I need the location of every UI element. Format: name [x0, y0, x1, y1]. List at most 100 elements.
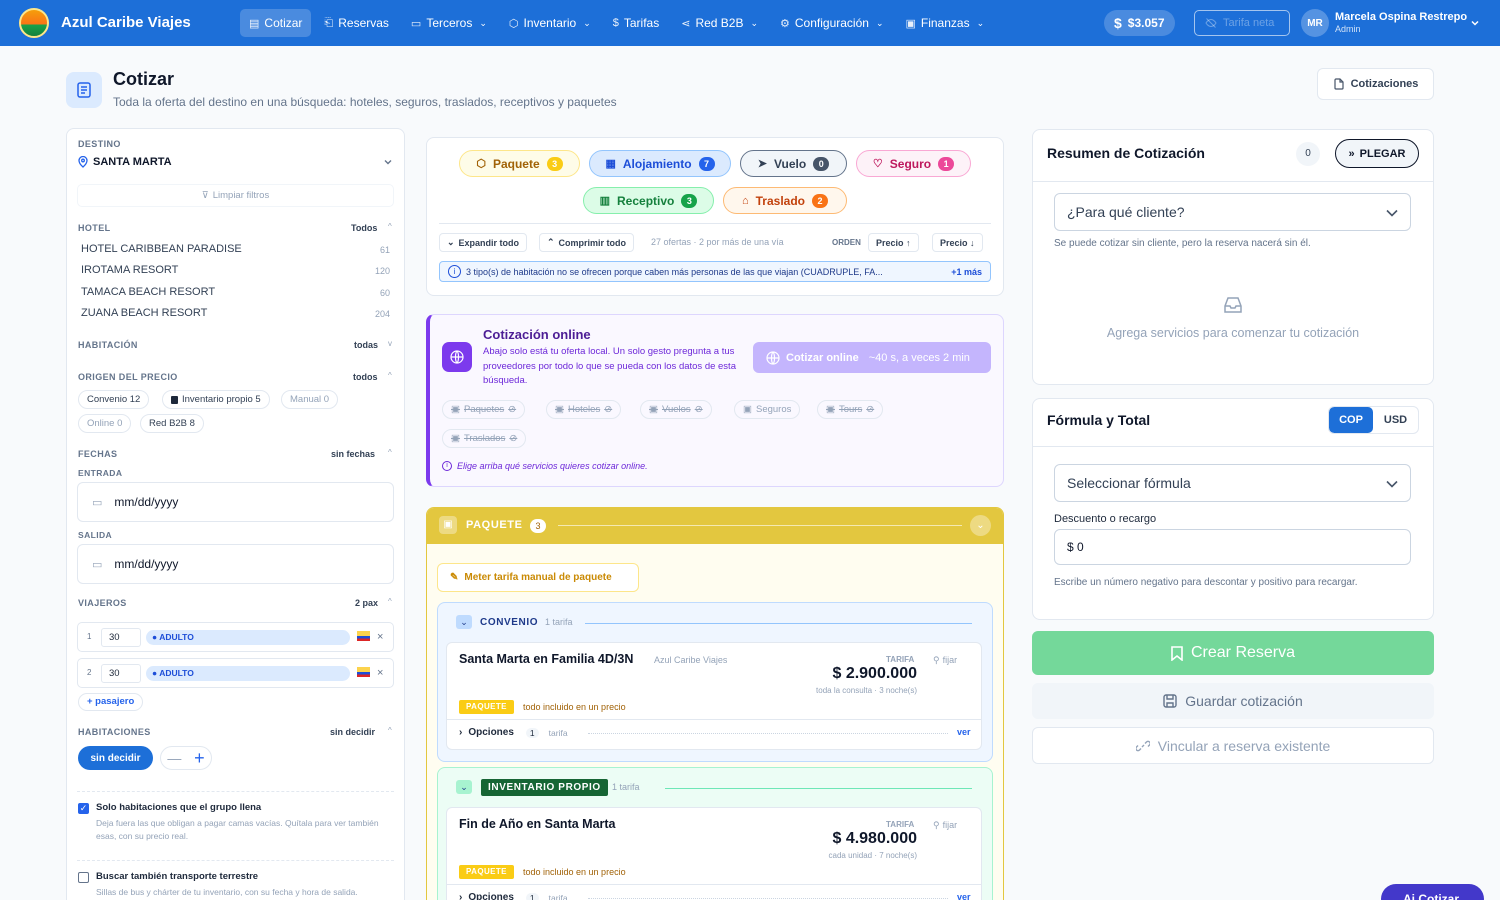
offer-options-toggle[interactable]: › Opciones 1 tarifa: [459, 892, 568, 900]
travelers-value[interactable]: 2 pax: [355, 598, 378, 608]
net-rate-toggle[interactable]: Tarifa neta: [1194, 10, 1290, 36]
collapse-summary-button[interactable]: » PLEGAR: [1335, 139, 1419, 168]
origin-chip[interactable]: Manual 0: [281, 390, 339, 409]
nav-item-0[interactable]: ▤ Cotizar: [240, 9, 312, 37]
chevron-up-icon[interactable]: ^: [388, 597, 392, 606]
colombia-flag-icon[interactable]: [357, 667, 370, 677]
chevron-down-icon[interactable]: [1470, 18, 1480, 28]
manual-package-tariff-button[interactable]: ✎ Meter tarifa manual de paquete: [437, 563, 639, 592]
service-icon: ▣: [743, 404, 752, 415]
avatar[interactable]: MR: [1301, 9, 1329, 37]
chevron-down-icon: ⌄: [976, 17, 985, 28]
chevron-up-icon[interactable]: ^: [388, 371, 392, 380]
origin-chip[interactable]: Convenio 12: [78, 390, 150, 409]
offer-group-tariff-count: 1 tarifa: [612, 782, 640, 792]
balance-badge[interactable]: $ $3.057: [1104, 10, 1175, 36]
rooms-value[interactable]: sin decidir: [330, 727, 375, 737]
nav-item-7[interactable]: ▣ Finanzas ⌄: [896, 9, 993, 37]
hotel-option[interactable]: ZUANA BEACH RESORT: [81, 307, 207, 319]
category-tab-vuelo[interactable]: ➤ Vuelo 0: [740, 150, 847, 177]
collapse-section-button[interactable]: ⌄: [970, 515, 991, 536]
category-tab-receptivo[interactable]: ▥ Receptivo 3: [583, 187, 714, 214]
discount-input[interactable]: $ 0: [1054, 529, 1411, 565]
assistant-button[interactable]: Ai Cotizar: [1381, 884, 1484, 900]
page-subtitle: Toda la oferta del destino en una búsque…: [113, 95, 617, 109]
pin-button[interactable]: ⚲ fijar: [933, 820, 957, 831]
save-quote-button[interactable]: Guardar cotización: [1032, 683, 1434, 719]
entry-date-input[interactable]: ▭ mm/dd/yyyy: [77, 482, 394, 522]
chevron-down-icon[interactable]: v: [388, 339, 392, 348]
clear-filters-button[interactable]: ⊽ Limpiar filtros: [77, 184, 394, 207]
origin-chip[interactable]: Inventario propio 5: [162, 390, 270, 409]
wallet-icon: ▣: [905, 17, 916, 30]
category-tab-paquete[interactable]: ⬡ Paquete 3: [459, 150, 580, 177]
online-service-chip[interactable]: ▣ Seguros: [734, 400, 801, 419]
nav-item-2[interactable]: ▭ Terceros ⌄: [402, 9, 496, 37]
plus-icon[interactable]: +: [194, 748, 205, 769]
chevron-up-icon[interactable]: ^: [388, 222, 392, 231]
category-tab-alojamiento[interactable]: ▦ Alojamiento 7: [589, 150, 731, 177]
quotes-button[interactable]: Cotizaciones: [1317, 68, 1434, 100]
colombia-flag-icon[interactable]: [357, 631, 370, 641]
nav-item-4[interactable]: $ Tarifas: [604, 9, 668, 37]
formula-select[interactable]: Seleccionar fórmula: [1054, 464, 1411, 502]
hotel-option[interactable]: HOTEL CARIBBEAN PARADISE: [81, 243, 242, 255]
chevron-down-icon[interactable]: [383, 157, 393, 167]
user-menu[interactable]: Marcela Ospina Restrepo Admin: [1335, 11, 1467, 35]
link-existing-reservation-button[interactable]: Vincular a reserva existente: [1032, 727, 1434, 764]
passenger-age-input[interactable]: 30: [101, 628, 141, 647]
rooms-undecided-button[interactable]: sin decidir: [78, 746, 153, 770]
offer-options-toggle[interactable]: › Opciones 1 tarifa: [459, 727, 568, 738]
nav-item-5[interactable]: ⋖ Red B2B ⌄: [672, 9, 767, 37]
close-icon[interactable]: ×: [377, 667, 383, 679]
create-reservation-button[interactable]: Crear Reserva: [1032, 631, 1434, 675]
offer-title[interactable]: Santa Marta en Familia 4D/3N: [459, 652, 633, 666]
only-full-rooms-checkbox[interactable]: ✓: [78, 803, 89, 814]
chevron-up-icon[interactable]: ^: [388, 448, 392, 457]
destination-select[interactable]: SANTA MARTA: [93, 156, 172, 168]
offer-see-link[interactable]: ver: [957, 727, 971, 737]
online-service-chip[interactable]: ▣ Paquetes ⊘: [442, 400, 526, 419]
pin-button[interactable]: ⚲ fijar: [933, 655, 957, 666]
hotel-option[interactable]: TAMACA BEACH RESORT: [81, 286, 215, 298]
pencil-icon: ✎: [450, 572, 459, 583]
chevron-up-icon[interactable]: ^: [388, 726, 392, 735]
category-count: 1: [938, 156, 955, 171]
origin-chip[interactable]: Red B2B 8: [140, 414, 204, 433]
currency-cop-button[interactable]: COP: [1329, 407, 1374, 433]
online-service-chip[interactable]: ▣ Tours ⊘: [817, 400, 884, 419]
dates-value[interactable]: sin fechas: [331, 449, 375, 459]
passenger-type-select[interactable]: ● ADULTO: [146, 630, 350, 645]
origin-filter-value[interactable]: todos: [353, 372, 378, 382]
ground-transport-checkbox[interactable]: [78, 872, 89, 883]
client-select[interactable]: ¿Para qué cliente?: [1054, 193, 1411, 231]
chevron-down-icon[interactable]: ⌄: [456, 780, 472, 794]
minus-icon[interactable]: —: [167, 750, 181, 766]
hotel-option[interactable]: IROTAMA RESORT: [81, 264, 178, 276]
online-service-chip[interactable]: ▣ Traslados ⊘: [442, 429, 527, 448]
online-service-chip[interactable]: ▣ Hoteles ⊘: [546, 400, 622, 419]
passenger-type-select[interactable]: ● ADULTO: [146, 666, 350, 681]
nav-item-1[interactable]: ⎗ Reservas: [315, 9, 398, 37]
online-quote-button[interactable]: Cotizar online ~40 s, a veces 2 min: [753, 342, 991, 373]
exit-date-input[interactable]: ▭ mm/dd/yyyy: [77, 544, 394, 584]
chevron-down-icon[interactable]: ⌄: [456, 615, 472, 629]
brand-logo[interactable]: [19, 8, 49, 38]
offer-see-link[interactable]: ver: [957, 892, 971, 900]
online-service-chip[interactable]: ▣ Vuelos ⊘: [640, 400, 712, 419]
nav-item-3[interactable]: ⬡ Inventario ⌄: [500, 9, 600, 37]
brand-name[interactable]: Azul Caribe Viajes: [61, 14, 191, 31]
formula-total-title: Fórmula y Total: [1047, 412, 1151, 428]
passenger-age-input[interactable]: 30: [101, 664, 141, 683]
package-section-title: PAQUETE: [466, 519, 523, 531]
hotel-filter-value[interactable]: Todos: [351, 223, 377, 233]
offer-title[interactable]: Fin de Año en Santa Marta: [459, 817, 616, 831]
category-tab-traslado[interactable]: ⌂ Traslado 2: [723, 187, 847, 214]
origin-chip[interactable]: Online 0: [78, 414, 132, 433]
category-tab-seguro[interactable]: ♡ Seguro 1: [856, 150, 971, 177]
add-passenger-button[interactable]: + pasajero: [78, 693, 144, 711]
close-icon[interactable]: ×: [377, 631, 383, 643]
room-filter-value[interactable]: todas: [354, 340, 378, 350]
nav-item-6[interactable]: ⚙ Configuración ⌄: [771, 9, 892, 37]
currency-usd-button[interactable]: USD: [1373, 407, 1418, 433]
